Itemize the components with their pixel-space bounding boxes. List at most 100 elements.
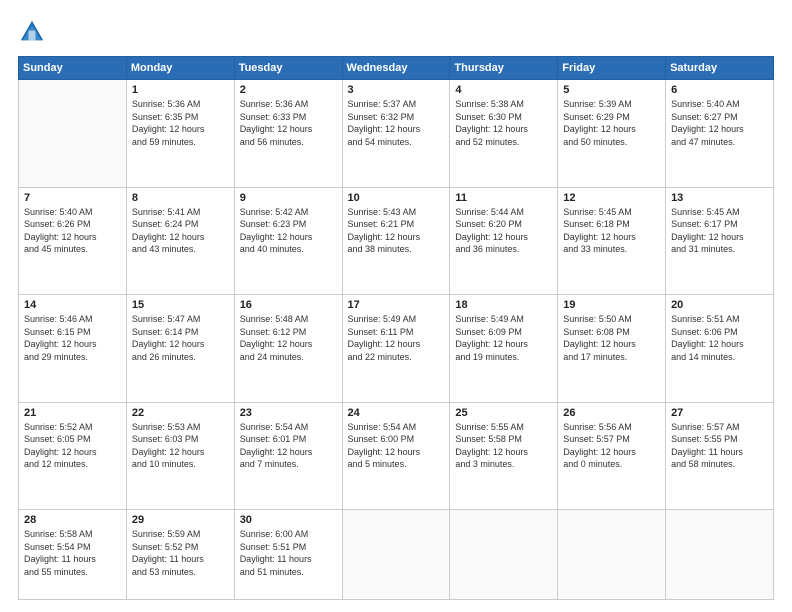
day-info: Sunrise: 5:40 AM Sunset: 6:26 PM Dayligh…	[24, 206, 121, 256]
day-number: 6	[671, 84, 768, 96]
day-number: 5	[563, 84, 660, 96]
day-info: Sunrise: 5:46 AM Sunset: 6:15 PM Dayligh…	[24, 313, 121, 363]
day-number: 22	[132, 407, 229, 419]
calendar-cell: 19 Sunrise: 5:50 AM Sunset: 6:08 PM Dayli…	[558, 295, 666, 403]
day-info: Sunrise: 6:00 AM Sunset: 5:51 PM Dayligh…	[240, 528, 337, 578]
calendar-cell	[666, 510, 774, 600]
day-number: 30	[240, 514, 337, 526]
day-number: 15	[132, 299, 229, 311]
day-info: Sunrise: 5:44 AM Sunset: 6:20 PM Dayligh…	[455, 206, 552, 256]
calendar-cell: 26 Sunrise: 5:56 AM Sunset: 5:57 PM Dayli…	[558, 402, 666, 510]
calendar-cell: 21Sunrise: 5:52 AM Sunset: 6:05 PM Dayli…	[19, 402, 127, 510]
day-info: Sunrise: 5:59 AM Sunset: 5:52 PM Dayligh…	[132, 528, 229, 578]
day-number: 4	[455, 84, 552, 96]
calendar-cell: 11Sunrise: 5:44 AM Sunset: 6:20 PM Dayli…	[450, 187, 558, 295]
day-number: 18	[455, 299, 552, 311]
day-number: 8	[132, 192, 229, 204]
calendar-cell: 15 Sunrise: 5:47 AM Sunset: 6:14 PM Dayli…	[126, 295, 234, 403]
calendar-cell: 30 Sunrise: 6:00 AM Sunset: 5:51 PM Dayli…	[234, 510, 342, 600]
day-number: 24	[348, 407, 445, 419]
weekday-tuesday: Tuesday	[234, 57, 342, 80]
calendar-cell: 17Sunrise: 5:49 AM Sunset: 6:11 PM Dayli…	[342, 295, 450, 403]
weekday-wednesday: Wednesday	[342, 57, 450, 80]
calendar-cell: 28 Sunrise: 5:58 AM Sunset: 5:54 PM Dayli…	[19, 510, 127, 600]
calendar-cell: 6 Sunrise: 5:40 AM Sunset: 6:27 PM Daylig…	[666, 80, 774, 188]
day-info: Sunrise: 5:45 AM Sunset: 6:17 PM Dayligh…	[671, 206, 768, 256]
calendar-cell: 4 Sunrise: 5:38 AM Sunset: 6:30 PM Daylig…	[450, 80, 558, 188]
calendar-cell	[558, 510, 666, 600]
calendar-cell: 27Sunrise: 5:57 AM Sunset: 5:55 PM Dayli…	[666, 402, 774, 510]
calendar-cell: 18 Sunrise: 5:49 AM Sunset: 6:09 PM Dayli…	[450, 295, 558, 403]
calendar-cell: 3 Sunrise: 5:37 AM Sunset: 6:32 PM Daylig…	[342, 80, 450, 188]
weekday-saturday: Saturday	[666, 57, 774, 80]
calendar-cell: 24 Sunrise: 5:54 AM Sunset: 6:00 PM Dayli…	[342, 402, 450, 510]
day-info: Sunrise: 5:43 AM Sunset: 6:21 PM Dayligh…	[348, 206, 445, 256]
day-number: 23	[240, 407, 337, 419]
week-row-1: 1 Sunrise: 5:36 AM Sunset: 6:35 PM Daylig…	[19, 80, 774, 188]
day-info: Sunrise: 5:55 AM Sunset: 5:58 PM Dayligh…	[455, 421, 552, 471]
week-row-2: 7 Sunrise: 5:40 AM Sunset: 6:26 PM Daylig…	[19, 187, 774, 295]
day-number: 25	[455, 407, 552, 419]
day-info: Sunrise: 5:49 AM Sunset: 6:11 PM Dayligh…	[348, 313, 445, 363]
calendar-cell: 9 Sunrise: 5:42 AM Sunset: 6:23 PM Daylig…	[234, 187, 342, 295]
day-info: Sunrise: 5:38 AM Sunset: 6:30 PM Dayligh…	[455, 98, 552, 148]
day-info: Sunrise: 5:49 AM Sunset: 6:09 PM Dayligh…	[455, 313, 552, 363]
day-info: Sunrise: 5:53 AM Sunset: 6:03 PM Dayligh…	[132, 421, 229, 471]
calendar-cell	[19, 80, 127, 188]
calendar-cell: 8 Sunrise: 5:41 AM Sunset: 6:24 PM Daylig…	[126, 187, 234, 295]
week-row-3: 14Sunrise: 5:46 AM Sunset: 6:15 PM Dayli…	[19, 295, 774, 403]
page: SundayMondayTuesdayWednesdayThursdayFrid…	[0, 0, 792, 612]
calendar-cell: 2Sunrise: 5:36 AM Sunset: 6:33 PM Daylig…	[234, 80, 342, 188]
calendar-cell: 5 Sunrise: 5:39 AM Sunset: 6:29 PM Daylig…	[558, 80, 666, 188]
day-info: Sunrise: 5:51 AM Sunset: 6:06 PM Dayligh…	[671, 313, 768, 363]
day-number: 9	[240, 192, 337, 204]
calendar-cell: 22 Sunrise: 5:53 AM Sunset: 6:03 PM Dayli…	[126, 402, 234, 510]
day-number: 26	[563, 407, 660, 419]
calendar-cell: 29 Sunrise: 5:59 AM Sunset: 5:52 PM Dayli…	[126, 510, 234, 600]
calendar-cell: 16 Sunrise: 5:48 AM Sunset: 6:12 PM Dayli…	[234, 295, 342, 403]
day-info: Sunrise: 5:54 AM Sunset: 6:01 PM Dayligh…	[240, 421, 337, 471]
calendar-cell: 25 Sunrise: 5:55 AM Sunset: 5:58 PM Dayli…	[450, 402, 558, 510]
calendar-cell: 13 Sunrise: 5:45 AM Sunset: 6:17 PM Dayli…	[666, 187, 774, 295]
week-row-5: 28 Sunrise: 5:58 AM Sunset: 5:54 PM Dayli…	[19, 510, 774, 600]
day-number: 13	[671, 192, 768, 204]
day-number: 19	[563, 299, 660, 311]
day-number: 1	[132, 84, 229, 96]
logo-icon	[18, 18, 46, 46]
day-info: Sunrise: 5:39 AM Sunset: 6:29 PM Dayligh…	[563, 98, 660, 148]
day-info: Sunrise: 5:41 AM Sunset: 6:24 PM Dayligh…	[132, 206, 229, 256]
header	[18, 18, 774, 46]
day-info: Sunrise: 5:45 AM Sunset: 6:18 PM Dayligh…	[563, 206, 660, 256]
day-number: 3	[348, 84, 445, 96]
day-info: Sunrise: 5:40 AM Sunset: 6:27 PM Dayligh…	[671, 98, 768, 148]
day-number: 21	[24, 407, 121, 419]
day-number: 12	[563, 192, 660, 204]
day-info: Sunrise: 5:36 AM Sunset: 6:35 PM Dayligh…	[132, 98, 229, 148]
day-number: 7	[24, 192, 121, 204]
day-info: Sunrise: 5:54 AM Sunset: 6:00 PM Dayligh…	[348, 421, 445, 471]
week-row-4: 21Sunrise: 5:52 AM Sunset: 6:05 PM Dayli…	[19, 402, 774, 510]
weekday-thursday: Thursday	[450, 57, 558, 80]
day-number: 28	[24, 514, 121, 526]
calendar-cell	[342, 510, 450, 600]
day-info: Sunrise: 5:58 AM Sunset: 5:54 PM Dayligh…	[24, 528, 121, 578]
calendar-cell: 10Sunrise: 5:43 AM Sunset: 6:21 PM Dayli…	[342, 187, 450, 295]
calendar-cell: 1 Sunrise: 5:36 AM Sunset: 6:35 PM Daylig…	[126, 80, 234, 188]
weekday-friday: Friday	[558, 57, 666, 80]
day-number: 2	[240, 84, 337, 96]
day-number: 16	[240, 299, 337, 311]
day-info: Sunrise: 5:47 AM Sunset: 6:14 PM Dayligh…	[132, 313, 229, 363]
day-info: Sunrise: 5:42 AM Sunset: 6:23 PM Dayligh…	[240, 206, 337, 256]
day-info: Sunrise: 5:37 AM Sunset: 6:32 PM Dayligh…	[348, 98, 445, 148]
weekday-header-row: SundayMondayTuesdayWednesdayThursdayFrid…	[19, 57, 774, 80]
day-info: Sunrise: 5:56 AM Sunset: 5:57 PM Dayligh…	[563, 421, 660, 471]
day-info: Sunrise: 5:57 AM Sunset: 5:55 PM Dayligh…	[671, 421, 768, 471]
calendar-cell: 20 Sunrise: 5:51 AM Sunset: 6:06 PM Dayli…	[666, 295, 774, 403]
day-number: 29	[132, 514, 229, 526]
calendar-table: SundayMondayTuesdayWednesdayThursdayFrid…	[18, 56, 774, 600]
day-info: Sunrise: 5:48 AM Sunset: 6:12 PM Dayligh…	[240, 313, 337, 363]
day-number: 20	[671, 299, 768, 311]
day-info: Sunrise: 5:50 AM Sunset: 6:08 PM Dayligh…	[563, 313, 660, 363]
calendar-cell: 7 Sunrise: 5:40 AM Sunset: 6:26 PM Daylig…	[19, 187, 127, 295]
weekday-sunday: Sunday	[19, 57, 127, 80]
